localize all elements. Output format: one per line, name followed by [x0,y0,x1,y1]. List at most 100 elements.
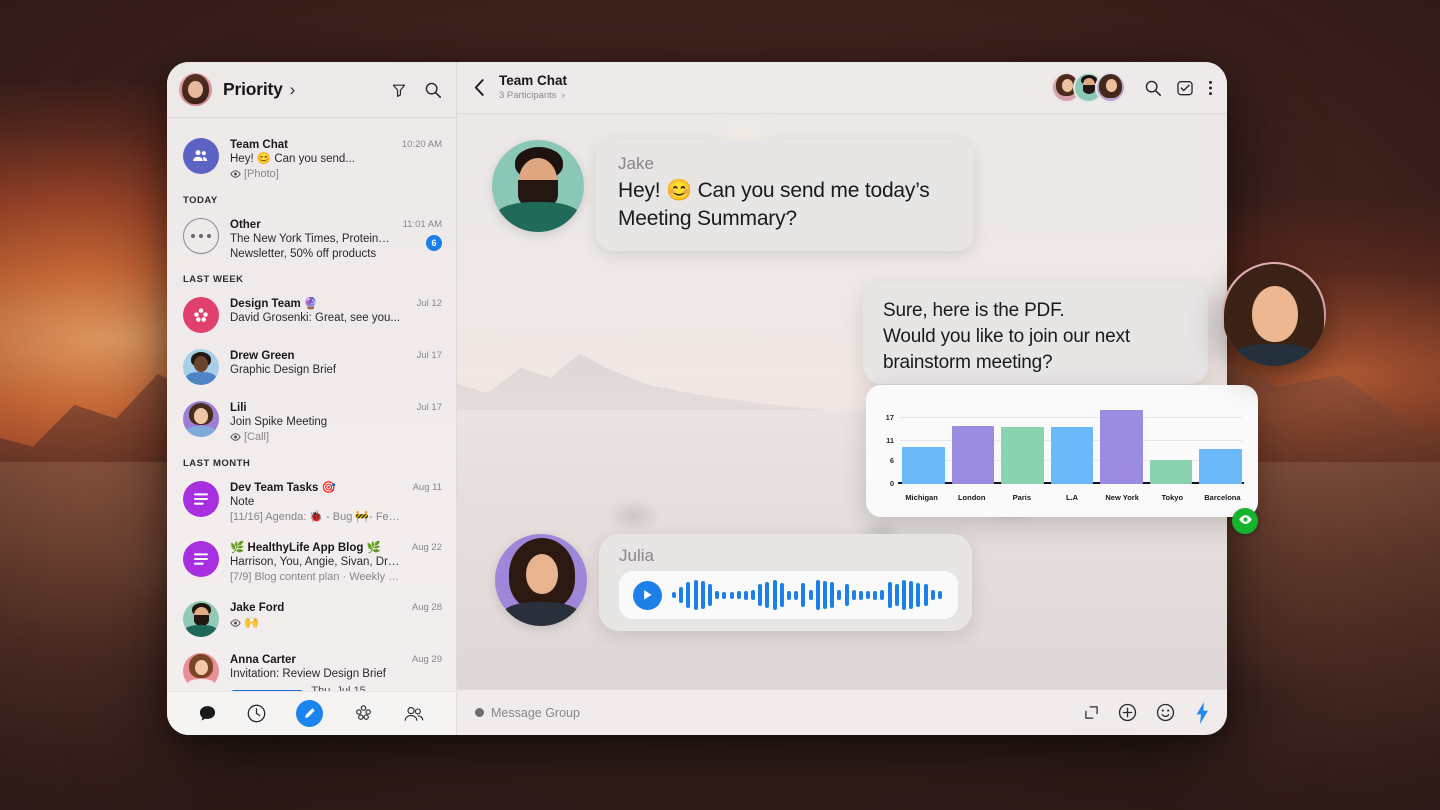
x-axis-tick-label: New York [1105,493,1139,502]
event-row: Event \u25BE Thu, Jul 15 4:00PM [230,685,401,691]
chevron-right-icon[interactable]: › [290,81,296,98]
list-item[interactable]: Dev Team Tasks 🎯 Note [11/16] Agenda: 🐞 … [167,473,456,533]
search-icon[interactable] [424,81,442,99]
checkbox-icon[interactable] [1176,79,1194,97]
list-item-title: Design Team 🔮 [230,298,319,310]
list-item[interactable]: Other The New York Times, Protein Sale, … [167,210,456,270]
plus-circle-icon[interactable] [1118,703,1137,722]
waveform-bar [923,584,928,606]
list-item[interactable]: Team Chat Hey! 😊 Can you send... [Photo]… [167,130,456,191]
unread-badge: 6 [426,235,442,251]
sidebar-item-chat[interactable] [198,704,217,723]
chart-plot-area: 0 6 11 17 Michigan London Paris L.A New York Toky… [878,397,1246,511]
timestamp: Jul 17 [416,402,442,413]
chart-bar [1149,459,1193,484]
waveform-bar [794,590,799,600]
jake-ford-avatar [183,601,219,637]
message-text-line3: brainstorm meeting? [883,352,1053,373]
lili-avatar [183,401,219,437]
chat-title: Team Chat [499,73,568,88]
filter-icon[interactable] [391,82,407,98]
list-item-title: Lili [230,402,247,414]
y-axis-tick-label: 0 [889,479,894,488]
team-chat-avatar [183,138,219,174]
chat-title-block[interactable]: Team Chat 3 Participants › [499,73,567,102]
bar-chart-attachment[interactable]: 0 6 11 17 Michigan London Paris L.A New York Toky… [866,385,1258,517]
composer-placeholder[interactable]: Message Group [475,706,580,720]
list-item[interactable]: Jake Ford 🙌 Aug 28 [167,593,456,645]
message-sender: Julia [619,546,654,565]
sidebar-item-compose[interactable] [296,700,324,727]
avatar[interactable] [1095,72,1126,103]
waveform-bar [672,592,676,598]
list-item-body: Team Chat Hey! 😊 Can you send... [Photo] [230,138,391,183]
search-icon[interactable] [1144,79,1162,97]
list-item[interactable]: Anna Carter Invitation: Review Design Br… [167,645,456,691]
timestamp: Jul 12 [416,298,442,309]
list-item-preview: Invitation: Review Design Brief [230,668,386,680]
waveform-bar [679,587,684,603]
conversation-list[interactable]: Team Chat Hey! 😊 Can you send... [Photo]… [167,118,456,691]
message-input[interactable]: Message Group [491,706,580,720]
participant-avatars[interactable] [1051,72,1126,103]
sidebar-header-actions [391,81,442,99]
message-text-line2: Would you like to join our next [883,326,1130,347]
waveform-bar [858,590,863,600]
waveform-bar [902,580,906,610]
list-item-body: Other The New York Times, Protein Sale, … [230,218,392,262]
composer-actions [1084,701,1211,725]
chart-bar [951,426,995,484]
voice-note-player[interactable] [619,571,958,619]
waveform-bar [758,584,763,606]
note-avatar [183,481,219,517]
avatar[interactable] [492,140,584,232]
message-bubble-pdf[interactable]: Sure, here is the PDF. Would you like to… [863,282,1208,384]
waveform-bar [801,583,806,607]
waveform-bar [844,584,849,606]
y-axis-tick-label: 6 [889,455,894,465]
message-composer[interactable]: Message Group [457,689,1227,735]
sidebar-item-people[interactable] [403,705,425,723]
message-bubble-voice[interactable]: Julia [599,534,972,631]
expand-icon[interactable] [1084,705,1099,720]
list-item-title: Jake Ford [230,602,285,614]
back-arrow-icon[interactable] [473,78,486,97]
list-item-preview: Graphic Design Brief [230,364,337,376]
list-item[interactable]: 🌿 HealthyLife App Blog 🌿 Harrison, You, … [167,533,456,593]
sidebar-item-recent[interactable] [246,703,267,724]
waveform-bar [815,580,820,610]
more-vertical-icon[interactable] [1208,79,1213,97]
list-item[interactable]: Design Team 🔮 David Grosenki: Great, see… [167,289,456,341]
waveform-bar [686,582,691,608]
list-item-title: Anna Carter [230,654,296,666]
message-text-line1: Sure, here is the PDF. [883,300,1065,321]
waveform-bar [751,590,756,600]
list-item[interactable]: Lili Join Spike Meeting [Call] Jul 17 [167,393,456,454]
floating-avatar[interactable] [1222,262,1326,366]
message-row-julia: Julia [495,534,972,631]
avatar[interactable] [179,73,212,106]
waveform-bar [722,591,727,599]
event-chip[interactable]: Event \u25BE [230,689,305,691]
lightning-bolt-icon[interactable] [1194,701,1211,725]
waveform-bar [822,581,827,609]
play-icon[interactable] [633,580,662,610]
smiley-icon[interactable] [1156,703,1175,722]
waveform[interactable] [672,578,942,612]
chat-participants: 3 Participants › [499,90,565,101]
waveform-bar [930,590,935,600]
waveform-bar [715,591,720,599]
waveform-bar [729,591,734,599]
waveform-bar [851,590,856,600]
avatar[interactable] [495,534,587,626]
message-bubble[interactable]: Jake Hey! 😊 Can you send me today’s Meet… [596,140,974,251]
list-item-attachment: [Call] [230,430,406,446]
y-axis-tick-label: 11 [886,436,894,446]
eye-icon [230,617,241,632]
timestamp: Aug 28 [411,602,442,613]
list-item[interactable]: Drew Green Graphic Design Brief Jul 17 [167,341,456,393]
chart-bar [1050,427,1094,484]
waveform-bar [693,580,698,610]
sidebar-item-groups[interactable] [353,704,374,723]
waveform-bar [700,581,705,609]
